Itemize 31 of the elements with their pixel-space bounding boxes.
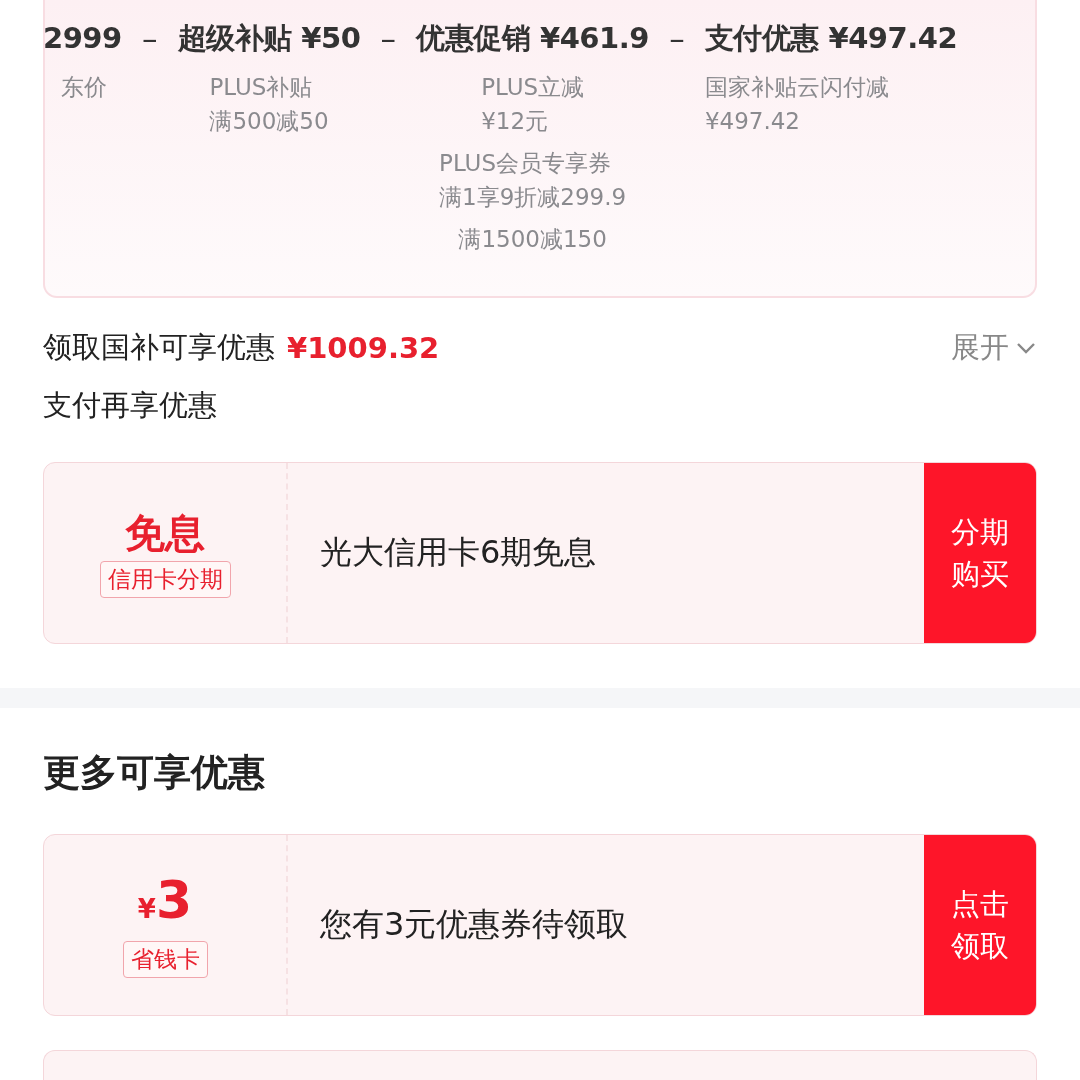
discount-note: 满1享9折减299.9 — [439, 183, 627, 212]
subsidy-amount: ¥1009.32 — [287, 331, 440, 365]
discount-note: PLUS立减 — [481, 73, 585, 102]
price-item: 2999 — [45, 20, 122, 57]
discount-note: 满1500减150 — [458, 225, 607, 254]
section-title: 更多可享优惠 — [43, 750, 266, 796]
offer-description: 您有3元优惠券待领取 — [320, 904, 629, 945]
offer-action-button[interactable]: 分期购买 — [924, 463, 1036, 643]
minus-sign: – — [668, 19, 686, 58]
section-title: 支付再享优惠 — [43, 387, 218, 424]
discount-note: 国家补贴云闪付减 — [704, 73, 889, 102]
subsidy-label: 领取国补可享优惠 — [43, 329, 275, 366]
offer-description: 光大信用卡6期免息 — [320, 532, 597, 573]
offer-amount: ¥3 — [137, 872, 193, 932]
minus-sign: – — [379, 19, 398, 58]
discount-note: 满500减50 — [209, 107, 329, 136]
offer-action-button[interactable]: 点击领取 — [924, 835, 1036, 1015]
discount-note: ¥12元 — [481, 107, 550, 136]
minus-sign: – — [140, 19, 159, 58]
price-item: 超级补贴 ¥50 — [177, 20, 361, 57]
expand-button[interactable]: 展开 — [951, 328, 1037, 368]
discount-note: ¥497.42 — [704, 107, 801, 136]
chevron-down-icon — [1015, 341, 1037, 355]
discount-note: 东价 — [61, 73, 107, 102]
offer-headline: 免息 — [125, 508, 205, 557]
price-item: 优惠促销 ¥461.9 — [416, 20, 649, 57]
discount-note: PLUS补贴 — [209, 73, 314, 102]
price-item: 支付优惠 ¥497.42 — [704, 20, 958, 57]
offer-tag: 信用卡分期 — [99, 560, 231, 598]
discount-note: PLUS会员专享券 — [439, 149, 613, 178]
offer-tag: 省钱卡 — [122, 941, 208, 978]
